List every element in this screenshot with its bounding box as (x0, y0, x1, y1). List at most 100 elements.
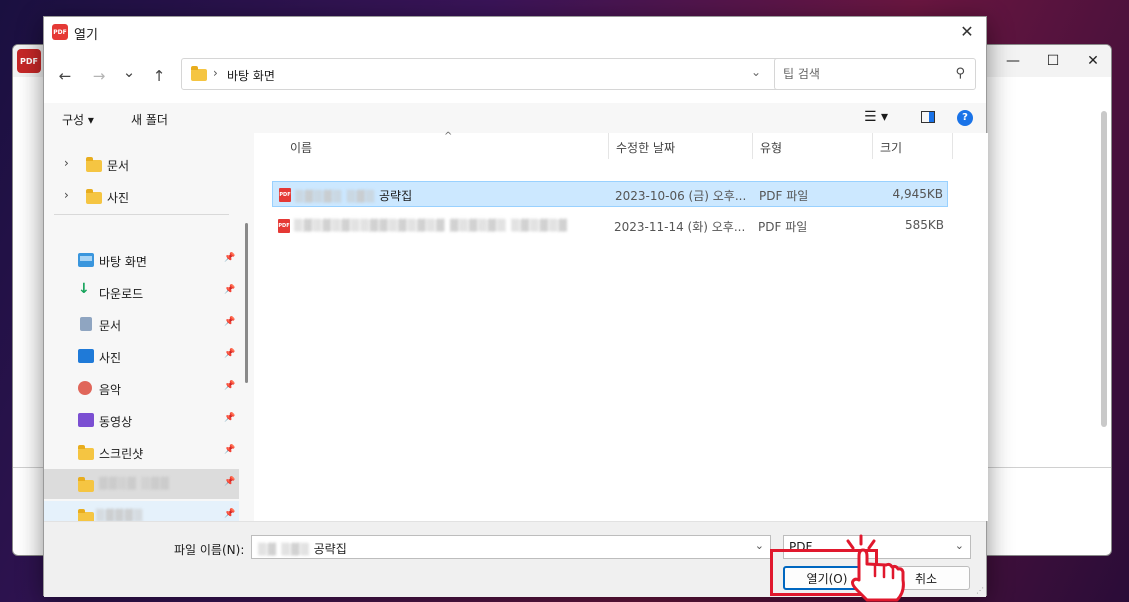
back-arrow-icon[interactable]: ← (54, 65, 76, 87)
open-file-dialog: PDF 열기 ✕ ← → ⌄ ↑ › 바탕 화면 ⌄ ↻ ⚲ 구성 ▾ 새 폴더… (43, 16, 988, 597)
sidebar-item-label: 음악 (99, 383, 122, 397)
sidebar-item-documents[interactable]: 문서 📌 (44, 309, 239, 339)
address-history-chevron-icon[interactable]: ⌄ (751, 65, 761, 79)
column-divider[interactable] (608, 133, 609, 159)
preview-pane-icon[interactable] (921, 111, 935, 123)
folder-icon (78, 477, 94, 492)
sidebar-item-label: 문서 (99, 319, 122, 333)
sidebar-item-pictures[interactable]: 사진 📌 (44, 341, 239, 371)
file-type: PDF 파일 (758, 220, 808, 234)
column-divider[interactable] (752, 133, 753, 159)
forward-arrow-icon[interactable]: → (88, 65, 110, 87)
sidebar-item-downloads[interactable]: ↓ 다운로드 📌 (44, 277, 239, 307)
expand-chevron-icon[interactable]: › (64, 188, 69, 202)
sidebar-item-documents-tree[interactable]: › 문서 (44, 149, 239, 179)
sidebar-item-desktop[interactable]: 바탕 화면 📌 (44, 245, 239, 275)
file-list: ^ 이름 수정한 날짜 유형 크기 PDF ▒▓▒▓▒ ▒▓▒ 공략집 2023… (254, 131, 988, 521)
filename-input[interactable]: ▒▓ ▒▓▒ 공략집 ⌄ (251, 535, 771, 559)
sidebar-item-screenshots[interactable]: 스크린샷 📌 (44, 437, 239, 467)
filename-value: ▒▓ ▒▓▒ 공략집 (258, 540, 347, 557)
command-toolbar: 구성 ▾ 새 폴더 ☰ ▾ ? (44, 103, 986, 133)
sidebar-item-label: 문서 (107, 159, 130, 173)
sidebar-item-redacted-folder[interactable]: ▓▓▒▓ ▒▓▓ 📌 (44, 469, 239, 499)
folder-icon (191, 66, 207, 81)
column-header-type[interactable]: 유형 (760, 133, 782, 161)
sidebar-item-music[interactable]: 음악 📌 (44, 373, 239, 403)
redacted-text: ▒▓ ▒▓▒ (258, 543, 310, 556)
chevron-down-icon[interactable]: ⌄ (955, 539, 964, 552)
filename-label: 파일 이름(N): (174, 543, 245, 557)
pin-icon[interactable]: 📌 (224, 477, 235, 487)
background-scrollbar[interactable] (1101, 111, 1107, 427)
download-icon: ↓ (78, 281, 90, 297)
pin-icon[interactable]: 📌 (224, 349, 235, 359)
folder-icon (86, 157, 102, 172)
file-date: 2023-11-14 (화) 오후... (614, 220, 746, 234)
pdf-file-icon: PDF (279, 188, 291, 202)
sidebar-scrollbar[interactable] (245, 223, 248, 383)
pointing-hand-icon (846, 534, 905, 602)
redacted-text: ▒▓▒▓▒▓▒▒▓▓▒▓▒▓▒▓ ▓▒▓▒▓▒ ▒▓▒▓▒▓ (294, 219, 568, 232)
music-icon (78, 381, 92, 395)
new-folder-button[interactable]: 새 폴더 (131, 111, 168, 128)
sidebar-item-pictures-tree[interactable]: › 사진 (44, 181, 239, 211)
video-icon (78, 413, 94, 427)
recent-locations-chevron-icon[interactable]: ⌄ (118, 61, 140, 83)
navigation-row: ← → ⌄ ↑ › 바탕 화면 ⌄ ↻ ⚲ (44, 47, 986, 103)
pin-icon[interactable]: 📌 (224, 285, 235, 295)
pictures-icon (78, 349, 94, 363)
sidebar-item-label: 바탕 화면 (99, 255, 147, 269)
help-icon[interactable]: ? (957, 110, 973, 126)
file-size: 585KB (904, 218, 944, 232)
filename-history-chevron-icon[interactable]: ⌄ (755, 539, 764, 552)
search-icon[interactable]: ⚲ (955, 66, 965, 81)
up-arrow-icon[interactable]: ↑ (148, 65, 170, 87)
pin-icon[interactable]: 📌 (224, 413, 235, 423)
pdf-app-icon: PDF (17, 49, 41, 73)
address-bar[interactable]: › 바탕 화면 ⌄ ↻ (181, 58, 804, 90)
file-date: 2023-10-06 (금) 오후... (615, 189, 747, 203)
search-input[interactable] (783, 65, 943, 83)
sidebar-item-redacted-folder[interactable]: ▒▓▓▓▒ 📌 (44, 501, 239, 521)
column-divider[interactable] (952, 133, 953, 159)
breadcrumb-current[interactable]: 바탕 화면 (227, 67, 275, 84)
sidebar-item-label: 다운로드 (99, 287, 144, 301)
file-name: ▒▓▒▓▒▓▒▒▓▓▒▓▒▓▒▓ ▓▒▓▒▓▒ ▒▓▒▓▒▓ (294, 218, 568, 232)
filename-suffix: 공략집 (313, 542, 347, 556)
sidebar-item-label: 사진 (107, 191, 130, 205)
pdf-logo-icon: PDF (52, 24, 68, 40)
expand-chevron-icon[interactable]: › (64, 156, 69, 170)
file-row[interactable]: PDF ▒▓▒▓▒▓▒▒▓▓▒▓▒▓▒▓ ▓▒▓▒▓▒ ▒▓▒▓▒▓ 2023-… (272, 213, 948, 239)
column-header-size[interactable]: 크기 (880, 133, 902, 161)
resize-grip-icon[interactable]: ⋰ (976, 586, 984, 595)
dialog-close-button[interactable]: ✕ (954, 20, 980, 44)
redacted-label: ▓▓▒▓ ▒▓▓ (99, 477, 170, 490)
breadcrumb-separator: › (213, 66, 218, 80)
maximize-icon[interactable]: ☐ (1033, 45, 1073, 77)
pin-icon[interactable]: 📌 (224, 381, 235, 391)
sidebar-item-label: 사진 (99, 351, 122, 365)
search-box[interactable]: ⚲ (774, 58, 976, 90)
minimize-icon[interactable]: — (993, 45, 1033, 77)
organize-menu-button[interactable]: 구성 ▾ (62, 111, 94, 128)
redacted-label: ▒▓▓▓▒ (96, 509, 144, 521)
pdf-file-icon: PDF (278, 219, 290, 233)
folder-icon (86, 189, 102, 204)
navigation-pane: › 문서 › 사진 바탕 화면 📌 ↓ 다운로드 📌 문서 📌 사진 📌 음악 … (44, 133, 254, 521)
column-header-date[interactable]: 수정한 날짜 (616, 133, 675, 161)
column-divider[interactable] (872, 133, 873, 159)
file-name-suffix: 공략집 (379, 189, 413, 203)
pin-icon[interactable]: 📌 (224, 253, 235, 263)
column-header-name[interactable]: 이름 (290, 133, 312, 161)
pin-icon[interactable]: 📌 (224, 317, 235, 327)
pin-icon[interactable]: 📌 (224, 445, 235, 455)
file-type: PDF 파일 (759, 189, 809, 203)
sidebar-item-label: 스크린샷 (99, 447, 144, 461)
close-icon[interactable]: ✕ (1073, 45, 1111, 77)
file-row[interactable]: PDF ▒▓▒▓▒ ▒▓▒ 공략집 2023-10-06 (금) 오후... P… (272, 181, 948, 207)
pin-icon[interactable]: 📌 (224, 509, 235, 519)
file-name: ▒▓▒▓▒ ▒▓▒ 공략집 (295, 187, 412, 204)
view-options-icon[interactable]: ☰ ▾ (864, 109, 888, 125)
sidebar-item-videos[interactable]: 동영상 📌 (44, 405, 239, 435)
sidebar-item-label: 동영상 (99, 415, 133, 429)
